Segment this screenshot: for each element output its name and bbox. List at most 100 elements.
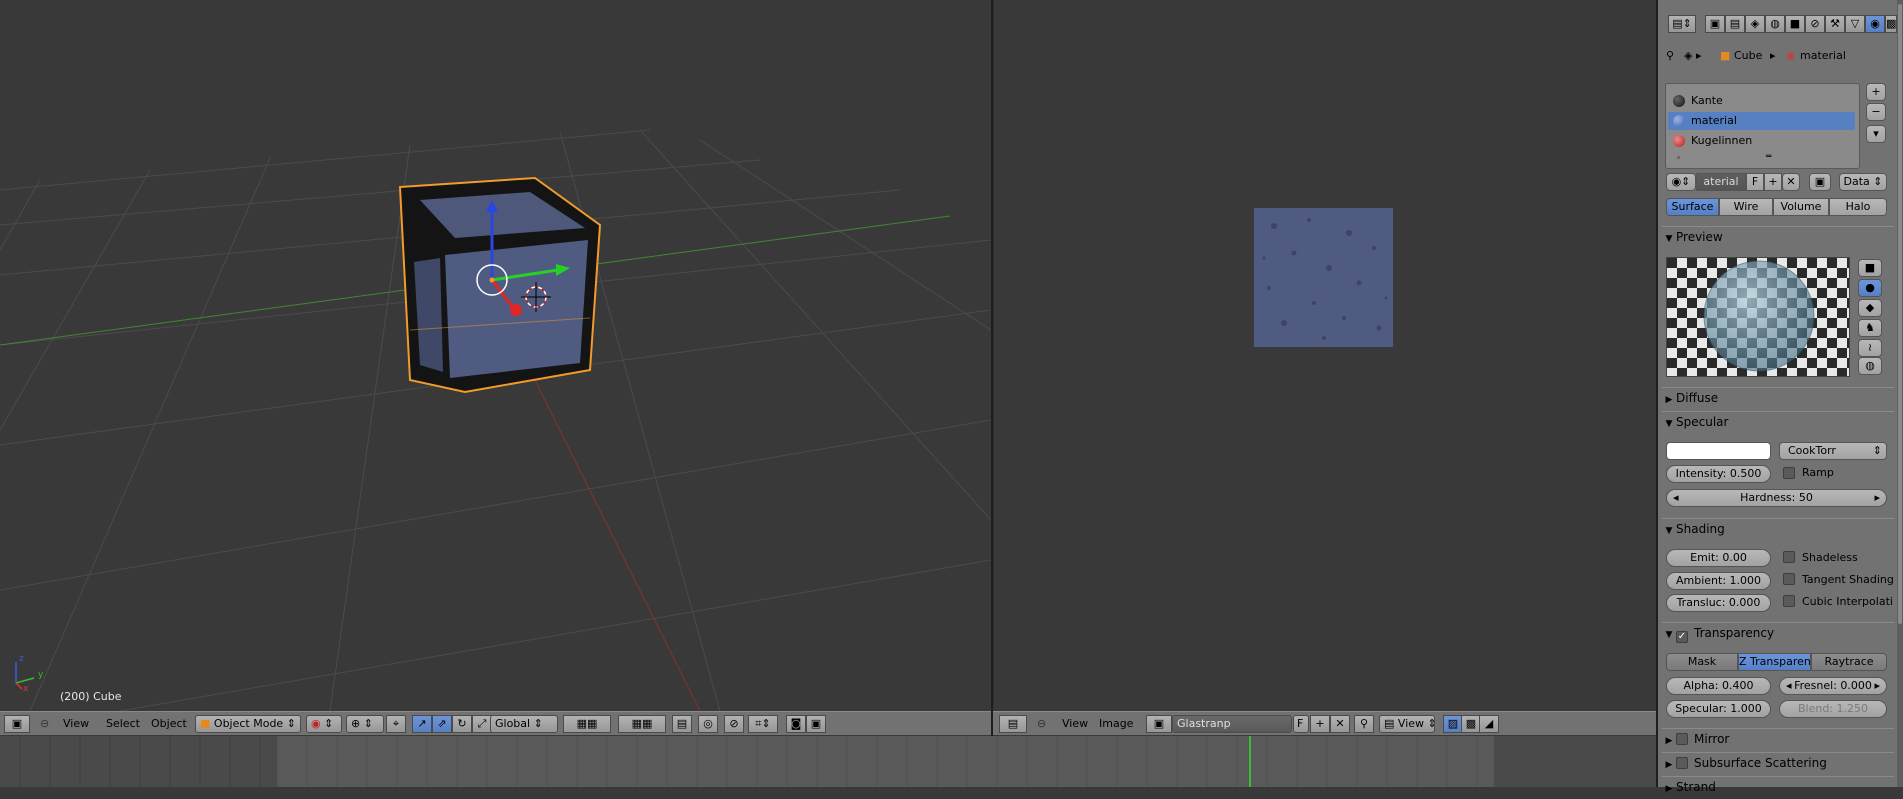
emit-slider[interactable]: Emit: 0.00 <box>1666 549 1771 567</box>
rotate-icon[interactable]: ↻ <box>452 715 472 733</box>
world-tab-icon[interactable]: ◍ <box>1765 15 1785 33</box>
modifiers-tab-icon[interactable]: ⚒ <box>1825 15 1845 33</box>
slot-specials-icon[interactable]: ▾ <box>1866 125 1886 143</box>
transparency-raytrace-button[interactable]: Raytrace <box>1811 653 1887 671</box>
specular-panel-header[interactable]: ▼ Specular <box>1662 411 1894 431</box>
material-name-field[interactable]: aterial <box>1696 173 1746 191</box>
unlink-image-icon[interactable]: ✕ <box>1330 715 1350 733</box>
strand-panel-header[interactable]: ▶ Strand <box>1662 776 1894 796</box>
z-buffer-icon[interactable]: ◢ <box>1479 715 1499 733</box>
view-mode-dropdown[interactable]: ▤ View ⇕ <box>1379 715 1435 733</box>
material-fake-user-button[interactable]: F <box>1746 173 1764 191</box>
ramp-checkbox[interactable] <box>1783 467 1795 479</box>
material-slot-list[interactable]: Kante material Kugelinnen ◦ ═ <box>1665 83 1860 169</box>
scene-tab-icon[interactable]: ◈ <box>1745 15 1765 33</box>
link-dropdown[interactable]: Data ⇕ <box>1839 173 1887 191</box>
snap-element-icon[interactable]: ⊘ <box>724 715 744 733</box>
fresnel-slider[interactable]: ◂ Fresnel: 0.000 ▸ <box>1779 677 1887 695</box>
specular-color-swatch[interactable] <box>1666 442 1771 460</box>
unlink-material-icon[interactable]: ✕ <box>1782 173 1800 191</box>
editor-type-icon[interactable]: ▣ <box>4 715 30 733</box>
tangent-shading-checkbox[interactable] <box>1783 573 1795 585</box>
orientation-dropdown[interactable]: Global ⇕ <box>490 715 558 733</box>
add-slot-button[interactable]: + <box>1866 83 1886 101</box>
manipulator-toggle-icon[interactable]: ⌖ <box>386 715 406 733</box>
menu-object[interactable]: Object <box>151 716 187 732</box>
layers-grid-a-icon[interactable]: ▦▦ <box>563 715 611 733</box>
render-anim-icon[interactable]: ▣ <box>806 715 826 733</box>
sss-checkbox[interactable] <box>1676 757 1688 769</box>
preview-panel-header[interactable]: ▼ Preview <box>1662 226 1894 246</box>
mirror-checkbox[interactable] <box>1676 733 1688 745</box>
object-tab-icon[interactable]: ■ <box>1785 15 1805 33</box>
sss-panel-header[interactable]: ▶ Subsurface Scattering <box>1662 752 1894 772</box>
pivot-dropdown[interactable]: ⊕ ⇕ <box>346 715 384 733</box>
editor-type-icon[interactable]: ▤⇕ <box>1668 15 1698 35</box>
cubic-interpolation-checkbox[interactable] <box>1783 595 1795 607</box>
preview-sphere-icon[interactable]: ● <box>1858 279 1882 297</box>
new-image-icon[interactable]: + <box>1310 715 1330 733</box>
collapse-icon[interactable]: ⊖ <box>40 716 49 732</box>
3d-viewport[interactable]: z y x (200) Cube <box>0 0 991 711</box>
fake-user-button[interactable]: F <box>1293 715 1309 733</box>
properties-scrollbar[interactable] <box>1897 0 1903 787</box>
mirror-panel-header[interactable]: ▶ Mirror <box>1662 728 1894 748</box>
scale-icon[interactable]: ⤢ <box>472 715 492 733</box>
list-item[interactable]: Kugelinnen <box>1668 132 1855 150</box>
preview-flat-icon[interactable]: ■ <box>1858 259 1882 277</box>
preview-monkey-icon[interactable]: ♞ <box>1858 319 1882 337</box>
specular-shader-dropdown[interactable]: CookTorr ⇕ <box>1779 442 1887 460</box>
tab-halo[interactable]: Halo <box>1829 198 1887 216</box>
transparency-mask-button[interactable]: Mask <box>1666 653 1738 671</box>
transparency-ztransp-button[interactable]: Z Transparenc <box>1738 653 1811 671</box>
pin-icon[interactable]: ⚲ <box>1666 49 1674 63</box>
timeline-current-frame[interactable] <box>1249 736 1251 787</box>
list-filter-icon[interactable]: ◦ <box>1676 152 1681 166</box>
translate-icon[interactable]: ↗ <box>412 715 432 733</box>
layers-grid-b-icon[interactable]: ▦▦ <box>618 715 666 733</box>
blend-slider[interactable]: Blend: 1.250 <box>1779 700 1887 718</box>
transparency-specular-slider[interactable]: Specular: 1.000 <box>1666 700 1771 718</box>
list-item[interactable]: Kante <box>1668 92 1855 110</box>
proportional-icon[interactable]: ◎ <box>698 715 718 733</box>
image-browse-icon[interactable]: ▣ <box>1146 715 1172 733</box>
shadeless-checkbox[interactable] <box>1783 551 1795 563</box>
render-tab-icon[interactable]: ▣ <box>1705 15 1725 33</box>
list-resize-handle[interactable]: ═ <box>1766 150 1771 164</box>
tab-surface[interactable]: Surface <box>1666 198 1719 216</box>
mode-dropdown[interactable]: ■ Object Mode ⇕ <box>195 715 301 733</box>
image-name-field[interactable]: Glastranp <box>1172 715 1292 733</box>
menu-view[interactable]: View <box>1062 716 1088 732</box>
menu-select[interactable]: Select <box>106 716 140 732</box>
specular-hardness-slider[interactable]: ◂ Hardness: 50 ▸ <box>1666 489 1887 507</box>
ambient-slider[interactable]: Ambient: 1.000 <box>1666 572 1771 590</box>
remove-slot-button[interactable]: − <box>1866 103 1886 121</box>
shading-dropdown[interactable]: ◉ ⇕ <box>306 715 342 733</box>
menu-image[interactable]: Image <box>1099 716 1133 732</box>
transparency-checkbox[interactable]: ✓ <box>1676 631 1688 643</box>
list-item[interactable]: material <box>1668 112 1855 130</box>
lock-camera-icon[interactable]: ▤ <box>672 715 692 733</box>
texture-tab-icon[interactable]: ▩ <box>1885 15 1897 33</box>
material-browse-icon[interactable]: ◉⇕ <box>1666 173 1696 191</box>
copy-material-icon[interactable]: ▣ <box>1809 173 1831 191</box>
transluc-slider[interactable]: Transluc: 0.000 <box>1666 594 1771 612</box>
snap-icon[interactable]: ⌗⇕ <box>748 715 778 733</box>
preview-world-icon[interactable]: ◍ <box>1858 357 1882 375</box>
tab-volume[interactable]: Volume <box>1773 198 1829 216</box>
data-tab-icon[interactable]: ▽ <box>1845 15 1865 33</box>
move-icon[interactable]: ⇗ <box>432 715 452 733</box>
alpha-channel-icon[interactable]: ▩ <box>1461 715 1481 733</box>
editor-type-icon[interactable]: ▤ <box>999 715 1027 733</box>
material-tab-icon[interactable]: ◉ <box>1865 15 1885 33</box>
tab-wire[interactable]: Wire <box>1719 198 1773 216</box>
diffuse-panel-header[interactable]: ▶ Diffuse <box>1662 387 1894 407</box>
menu-view[interactable]: View <box>63 716 89 732</box>
specular-intensity-slider[interactable]: Intensity: 0.500 <box>1666 465 1771 483</box>
collapse-icon[interactable]: ⊖ <box>1037 716 1046 732</box>
transparency-panel-header[interactable]: ▼ ✓ Transparency <box>1662 622 1894 643</box>
shading-panel-header[interactable]: ▼ Shading <box>1662 518 1894 538</box>
render-layers-tab-icon[interactable]: ▤ <box>1725 15 1745 33</box>
constraints-tab-icon[interactable]: ⊘ <box>1805 15 1825 33</box>
image-editor[interactable] <box>993 0 1656 711</box>
